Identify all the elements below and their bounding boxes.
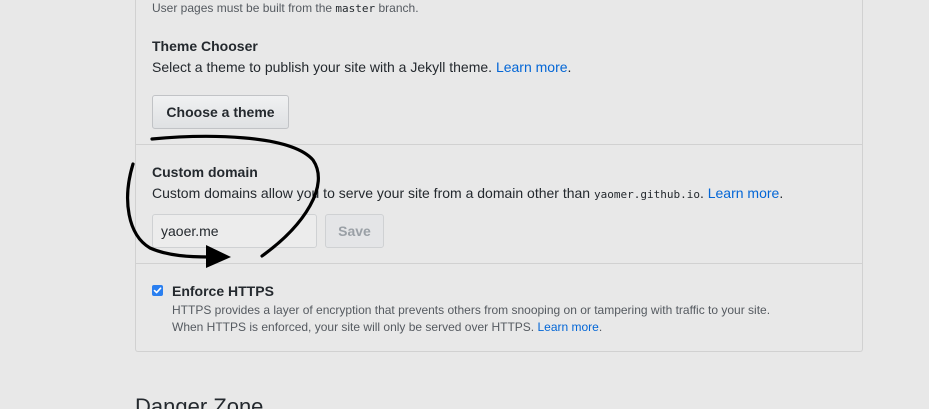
https-learn-more-link[interactable]: Learn more: [537, 320, 598, 334]
custom-domain-description: Custom domains allow you to serve your s…: [152, 185, 783, 201]
theme-chooser-title: Theme Chooser: [152, 38, 258, 54]
https-period: .: [598, 320, 603, 334]
danger-zone-heading: Danger Zone: [135, 394, 264, 409]
theme-chooser-description: Select a theme to publish your site with…: [152, 59, 571, 75]
section-divider: [136, 263, 863, 264]
theme-learn-more-link[interactable]: Learn more: [496, 59, 568, 75]
enforce-https-checkbox[interactable]: [152, 285, 163, 296]
custom-domain-input-value: yaoer.me: [161, 223, 219, 239]
enforce-https-description-line1: HTTPS provides a layer of encryption tha…: [172, 303, 771, 317]
branch-name: master: [335, 2, 376, 15]
branch-note-suffix: branch.: [375, 1, 419, 15]
custom-domain-desc-text: Custom domains allow you to serve your s…: [152, 185, 594, 201]
custom-domain-learn-more-link[interactable]: Learn more: [708, 185, 780, 201]
choose-theme-button[interactable]: Choose a theme: [152, 95, 289, 129]
save-domain-button[interactable]: Save: [325, 214, 384, 248]
custom-domain-input[interactable]: yaoer.me: [152, 214, 317, 248]
branch-note-prefix: User pages must be built from the: [152, 1, 336, 15]
custom-domain-period: .: [779, 185, 784, 201]
https-line2-text: When HTTPS is enforced, your site will o…: [172, 320, 538, 334]
enforce-https-label: Enforce HTTPS: [172, 283, 274, 299]
pages-branch-note: User pages must be built from the master…: [152, 1, 419, 15]
custom-domain-desc-suffix: .: [699, 185, 704, 201]
checkmark-icon: [153, 287, 162, 294]
section-divider: [136, 144, 863, 145]
settings-page: User pages must be built from the master…: [0, 0, 929, 409]
custom-domain-title: Custom domain: [152, 164, 258, 180]
theme-period: .: [567, 59, 572, 75]
default-domain: yaomer.github.io: [593, 188, 700, 201]
enforce-https-description-line2: When HTTPS is enforced, your site will o…: [172, 320, 602, 334]
theme-chooser-desc-text: Select a theme to publish your site with…: [152, 59, 493, 75]
